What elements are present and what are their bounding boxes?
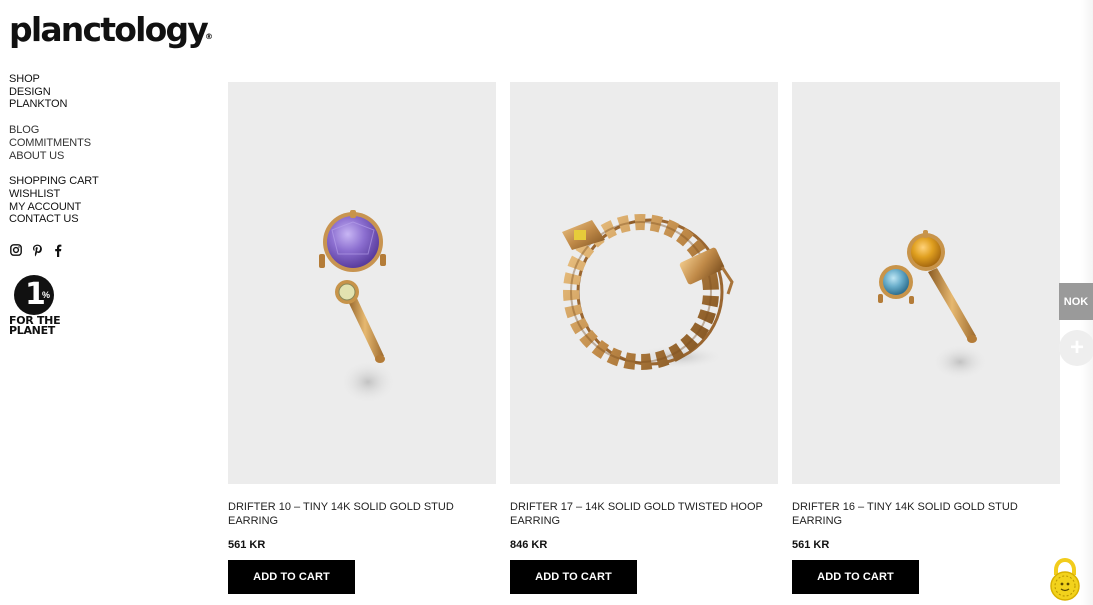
- sidebar-nav: SHOP DESIGN PLANKTON BLOG COMMITMENTS AB…: [9, 73, 199, 239]
- nav-item-wishlist[interactable]: WISHLIST: [9, 188, 199, 201]
- brand-logo[interactable]: planctology®: [9, 10, 213, 57]
- stud-earring-image: [878, 230, 988, 380]
- lock-icon[interactable]: [1045, 557, 1085, 601]
- product-image[interactable]: [792, 82, 1060, 484]
- facebook-icon[interactable]: [51, 243, 65, 257]
- nav-item-blog[interactable]: BLOG: [9, 124, 199, 137]
- product-card: DRIFTER 16 – TINY 14K SOLID GOLD STUD EA…: [792, 82, 1060, 594]
- page: planctology® SHOP DESIGN PLANKTON BLOG C…: [0, 0, 1093, 605]
- product-card: DRIFTER 17 – 14K SOLID GOLD TWISTED HOOP…: [510, 82, 778, 594]
- product-price: 561 KR: [228, 539, 266, 551]
- nav-item-my-account[interactable]: MY ACCOUNT: [9, 201, 199, 214]
- product-image[interactable]: [510, 82, 778, 484]
- currency-switcher[interactable]: NOK: [1059, 283, 1093, 320]
- pinterest-icon[interactable]: [30, 243, 44, 257]
- product-image[interactable]: [228, 82, 496, 484]
- expand-button[interactable]: +: [1059, 330, 1093, 366]
- product-title[interactable]: DRIFTER 17 – 14K SOLID GOLD TWISTED HOOP…: [510, 500, 778, 530]
- product-card: DRIFTER 10 – TINY 14K SOLID GOLD STUD EA…: [228, 82, 496, 594]
- plus-icon: +: [1069, 334, 1084, 361]
- social-links: [9, 243, 65, 257]
- product-price: 561 KR: [792, 539, 830, 551]
- nav-item-shop[interactable]: SHOP: [9, 73, 199, 86]
- product-title[interactable]: DRIFTER 16 – TINY 14K SOLID GOLD STUD EA…: [792, 500, 1060, 530]
- nav-group-secondary: BLOG COMMITMENTS ABOUT US: [9, 124, 199, 162]
- stud-earring-image: [319, 210, 396, 404]
- nav-group-account: SHOPPING CART WISHLIST MY ACCOUNT CONTAC…: [9, 175, 199, 226]
- nav-item-shopping-cart[interactable]: SHOPPING CART: [9, 175, 199, 188]
- add-to-cart-button[interactable]: ADD TO CART: [792, 560, 919, 594]
- nav-item-about-us[interactable]: ABOUT US: [9, 150, 199, 163]
- one-percent-badge[interactable]: 1 % FOR THE PLANET: [9, 275, 69, 336]
- add-to-cart-button[interactable]: ADD TO CART: [228, 560, 355, 594]
- hoop-earring-image: [562, 214, 734, 370]
- product-title[interactable]: DRIFTER 10 – TINY 14K SOLID GOLD STUD EA…: [228, 500, 496, 530]
- add-to-cart-button[interactable]: ADD TO CART: [510, 560, 637, 594]
- product-price: 846 KR: [510, 539, 548, 551]
- nav-item-design[interactable]: DESIGN: [9, 86, 199, 99]
- instagram-icon[interactable]: [9, 243, 23, 257]
- badge-text: FOR THE PLANET: [9, 314, 61, 337]
- nav-item-contact-us[interactable]: CONTACT US: [9, 213, 199, 226]
- nav-item-commitments[interactable]: COMMITMENTS: [9, 137, 199, 150]
- nav-item-plankton[interactable]: PLANKTON: [9, 98, 199, 111]
- badge-circle: 1 %: [14, 275, 54, 315]
- nav-group-primary: SHOP DESIGN PLANKTON: [9, 73, 199, 111]
